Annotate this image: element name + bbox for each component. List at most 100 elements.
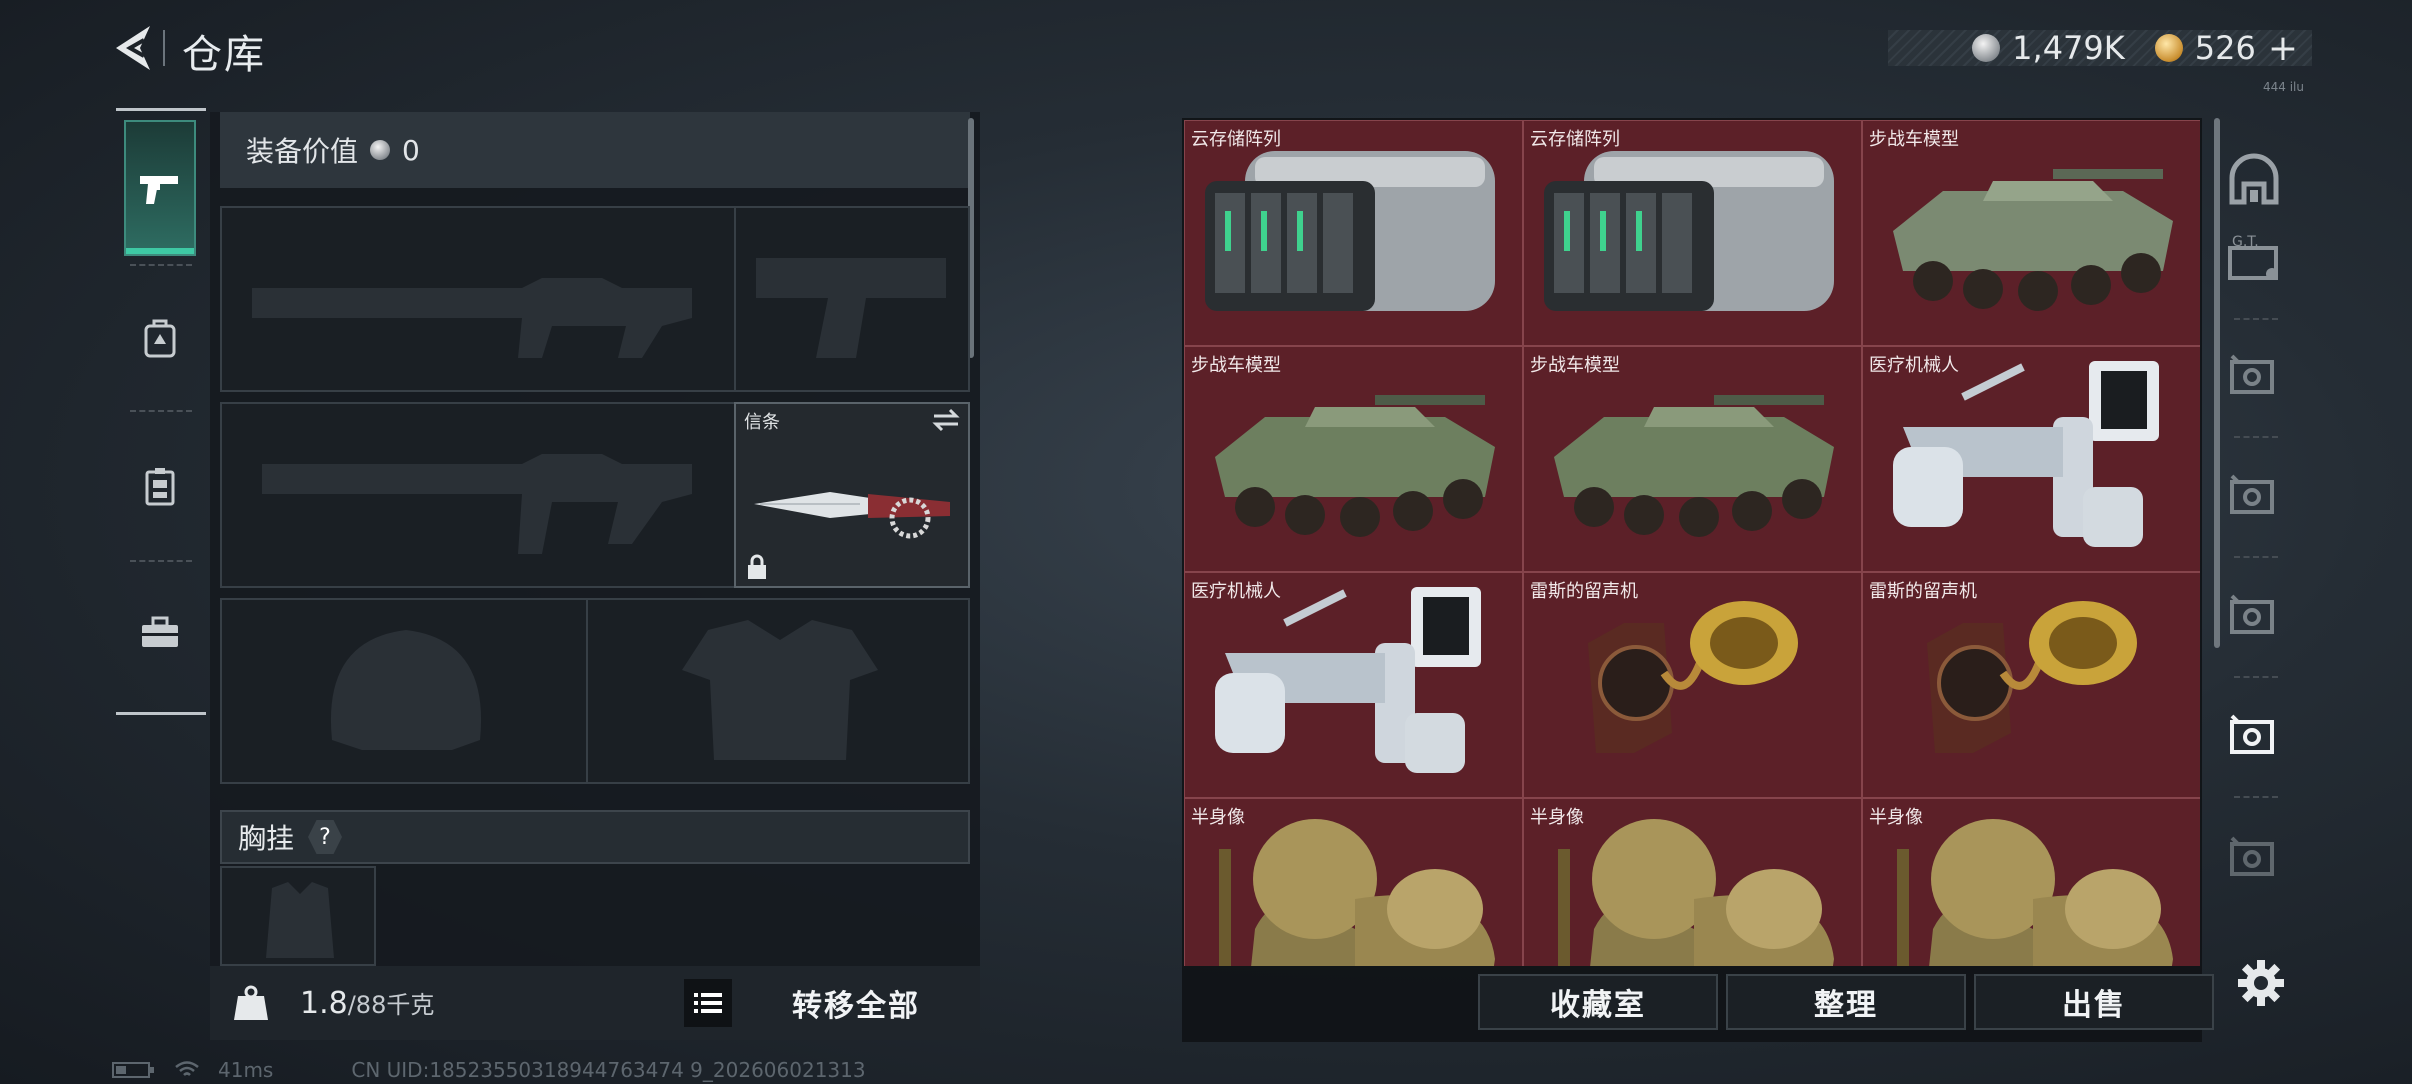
silver-coin-icon (1972, 34, 2001, 62)
storage-item[interactable]: 医疗机械人 (1184, 572, 1523, 798)
storage-item[interactable]: 半身像 (1184, 798, 1523, 966)
rail-separator (2234, 676, 2278, 678)
tab-backpack[interactable] (124, 270, 196, 406)
safe-box-icon[interactable] (2226, 468, 2282, 524)
weight-kg-icon (234, 985, 268, 1020)
page-title: 仓库 (182, 32, 266, 78)
item-label: 半身像 (1530, 807, 1584, 828)
currency-fine-text: 444 ilu (2263, 80, 2304, 94)
rail-separator (130, 410, 192, 412)
storage-item[interactable]: 步战车模型 (1523, 346, 1862, 572)
storage-item[interactable]: 半身像 (1862, 798, 2200, 966)
storage-item[interactable]: 半身像 (1523, 798, 1862, 966)
chest-rig-label: 胸挂 (238, 822, 295, 855)
chest-rig-silhouette-icon (266, 882, 334, 958)
storage-item[interactable]: 雷斯的留声机 (1523, 572, 1862, 798)
gold-currency-amount: 526 (2194, 29, 2256, 67)
weight-readout: 1.8/88千克 (300, 985, 434, 1021)
list-icon (694, 993, 722, 1013)
rail-separator (2234, 318, 2278, 320)
silver-currency-amount: 1,479K (2012, 29, 2125, 67)
settings-gear-icon[interactable] (2236, 958, 2286, 1008)
user-uid: CN UID:18523550318944763474 9_2026060213… (351, 1058, 866, 1082)
rifle-silhouette-icon (252, 278, 692, 358)
safe-box-icon[interactable] (2226, 588, 2282, 644)
helmet-slot[interactable] (220, 598, 588, 784)
medical-robot-icon (1215, 587, 1481, 773)
chest-rig-slot[interactable] (220, 866, 376, 966)
gramophone-icon (1588, 601, 1798, 753)
weight-limit: /88千克 (347, 991, 435, 1019)
home-storage-icon[interactable] (2226, 152, 2282, 208)
add-currency-button[interactable]: + (2268, 28, 2298, 69)
back-button[interactable] (110, 22, 158, 74)
collection-room-button[interactable]: 收藏室 (1478, 974, 1718, 1030)
lock-icon (748, 554, 766, 579)
currency-bar: 1,479K 526 + (1888, 28, 2312, 69)
rail-separator (130, 560, 192, 562)
server-array-icon (1205, 151, 1495, 311)
equipment-value: 0 (402, 133, 420, 167)
body-armor-slot[interactable] (586, 598, 970, 784)
status-footer: 41ms CN UID:18523550318944763474 9_20260… (112, 1058, 866, 1082)
toolbox-icon (142, 616, 178, 647)
primary-weapon-slot[interactable] (220, 206, 736, 392)
chest-rig-help-button[interactable]: ? (308, 820, 343, 854)
item-label: 雷斯的留声机 (1869, 581, 1977, 602)
sidearm-slot[interactable] (734, 206, 970, 392)
svg-text:G.T.: G.T. (2232, 234, 2259, 250)
storage-actions: 收藏室 整理 出售 (1478, 974, 2214, 1030)
weight-bar: 1.8/88千克 转移全部 (210, 966, 980, 1040)
transfer-all-button[interactable]: 转移全部 (732, 966, 980, 1040)
gold-coin-icon (2154, 34, 2183, 62)
storage-item[interactable]: 云存储阵列 (1523, 120, 1862, 346)
safe-box-icon-active[interactable] (2226, 708, 2282, 764)
ifv-model-icon (1554, 395, 1834, 537)
organize-button[interactable]: 整理 (1726, 974, 1966, 1030)
storage-item[interactable]: 医疗机械人 (1862, 346, 2200, 572)
swap-icon[interactable] (932, 408, 960, 432)
tab-weapons[interactable] (124, 120, 196, 256)
ifv-model-icon (1893, 169, 2173, 311)
rifle-silhouette-icon (262, 454, 692, 554)
list-view-button[interactable] (684, 979, 732, 1027)
melee-slot[interactable]: 信条 (734, 402, 970, 588)
armor-silhouette-icon (682, 620, 878, 760)
gramophone-icon (1927, 601, 2137, 753)
storage-tab-rail: G.T. (2210, 118, 2298, 978)
helmet-silhouette-icon (330, 630, 482, 750)
category-rail (116, 110, 208, 716)
item-label: 雷斯的留声机 (1530, 581, 1638, 602)
item-label: 云存储阵列 (1191, 129, 1281, 150)
server-array-icon (1544, 151, 1834, 311)
storage-panel: 云存储阵列 云存储阵列 步战车模型 步战车模型 步战车模型 医疗机械人 医疗机械… (1182, 118, 2214, 1042)
tab-toolbox[interactable] (124, 564, 196, 700)
storage-item[interactable]: 步战车模型 (1862, 120, 2200, 346)
gift-box-icon[interactable]: G.T. (2226, 230, 2282, 286)
secondary-weapon-slot[interactable] (220, 402, 736, 588)
battery-icon (112, 1062, 154, 1078)
item-label: 步战车模型 (1191, 355, 1281, 376)
storage-item[interactable]: 雷斯的留声机 (1862, 572, 2200, 798)
backpack-icon (144, 319, 176, 358)
storage-item[interactable]: 步战车模型 (1184, 346, 1523, 572)
melee-slot-label: 信条 (744, 412, 780, 433)
sell-button[interactable]: 出售 (1974, 974, 2214, 1030)
silver-coin-icon (370, 140, 391, 160)
item-label: 医疗机械人 (1869, 355, 1959, 376)
item-label: 半身像 (1191, 807, 1245, 828)
equipment-value-bar: 装备价值 0 (220, 112, 970, 188)
chest-rig-header: 胸挂 ? (220, 810, 970, 864)
item-label: 步战车模型 (1869, 129, 1959, 150)
pistol-silhouette-icon (756, 258, 946, 358)
rail-separator (2234, 796, 2278, 798)
item-label: 云存储阵列 (1530, 129, 1620, 150)
wifi-icon (175, 1061, 199, 1076)
safe-box-icon[interactable] (2226, 830, 2282, 886)
back-arrow-icon (116, 26, 150, 70)
item-label: 步战车模型 (1530, 355, 1620, 376)
safe-box-icon[interactable] (2226, 348, 2282, 404)
storage-item[interactable]: 云存储阵列 (1184, 120, 1523, 346)
item-label: 半身像 (1869, 807, 1923, 828)
tab-chest-rig[interactable] (124, 418, 196, 554)
